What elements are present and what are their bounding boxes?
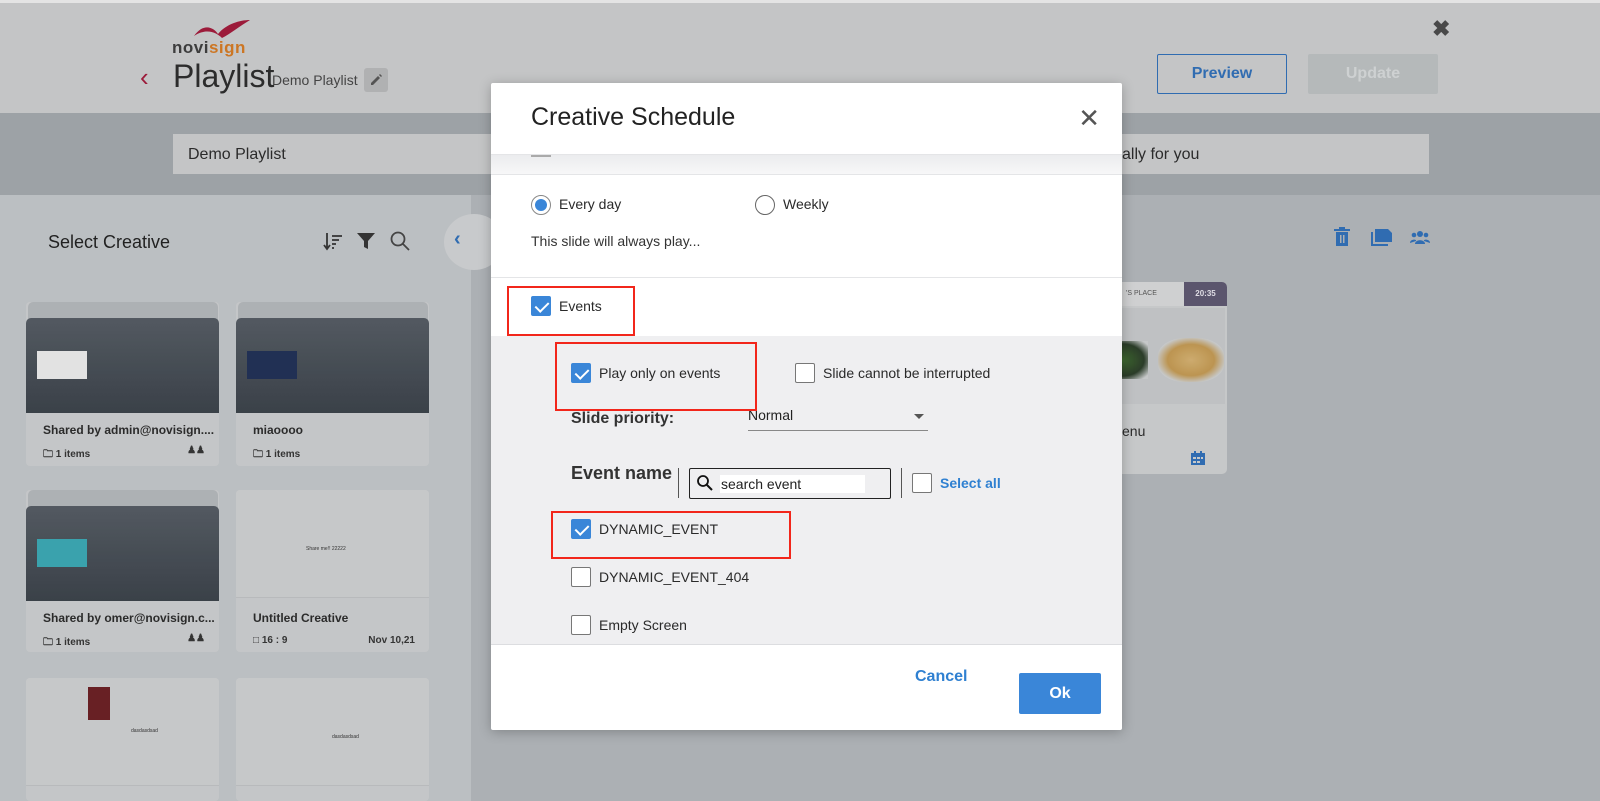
slide-priority-select[interactable]: Normal xyxy=(748,405,928,431)
search-icon xyxy=(697,475,713,491)
event-checkbox-dynamic-event-404[interactable] xyxy=(571,567,591,587)
event-name-label: Event name xyxy=(571,463,673,483)
select-all-link[interactable]: Select all xyxy=(940,475,1001,491)
event-search-input[interactable]: search event xyxy=(689,468,891,499)
cannot-interrupt-checkbox[interactable] xyxy=(795,363,815,383)
radio-every-day-label: Every day xyxy=(559,196,622,212)
cannot-interrupt-label: Slide cannot be interrupted xyxy=(823,365,991,381)
events-label: Events xyxy=(559,298,602,314)
event-checkbox-empty-screen[interactable] xyxy=(571,615,591,635)
radio-weekly-label: Weekly xyxy=(783,196,829,212)
events-checkbox[interactable] xyxy=(531,296,551,316)
slide-priority-value: Normal xyxy=(748,407,794,423)
event-search-field[interactable]: search event xyxy=(720,475,865,493)
cancel-button[interactable]: Cancel xyxy=(915,668,967,686)
play-only-on-events-checkbox[interactable] xyxy=(571,363,591,383)
event-checkbox-dynamic-event[interactable] xyxy=(571,519,591,539)
creative-schedule-dialog: Creative Schedule ✕ Every day Weekly Thi… xyxy=(491,83,1122,730)
event-label: DYNAMIC_EVENT_404 xyxy=(599,569,750,585)
scroll-fade xyxy=(491,155,1122,175)
event-label: DYNAMIC_EVENT xyxy=(599,521,719,537)
radio-every-day[interactable] xyxy=(531,195,551,215)
event-label: Empty Screen xyxy=(599,617,687,633)
ok-button[interactable]: Ok xyxy=(1019,673,1101,714)
schedule-hint: This slide will always play... xyxy=(531,233,701,249)
dialog-title: Creative Schedule xyxy=(531,103,736,131)
chevron-down-icon xyxy=(914,414,924,419)
slide-priority-label: Slide priority: xyxy=(571,410,675,427)
radio-weekly[interactable] xyxy=(755,195,775,215)
close-icon[interactable]: ✕ xyxy=(1078,105,1100,131)
play-only-on-events-label: Play only on events xyxy=(599,365,721,381)
select-all-checkbox[interactable] xyxy=(912,473,932,493)
